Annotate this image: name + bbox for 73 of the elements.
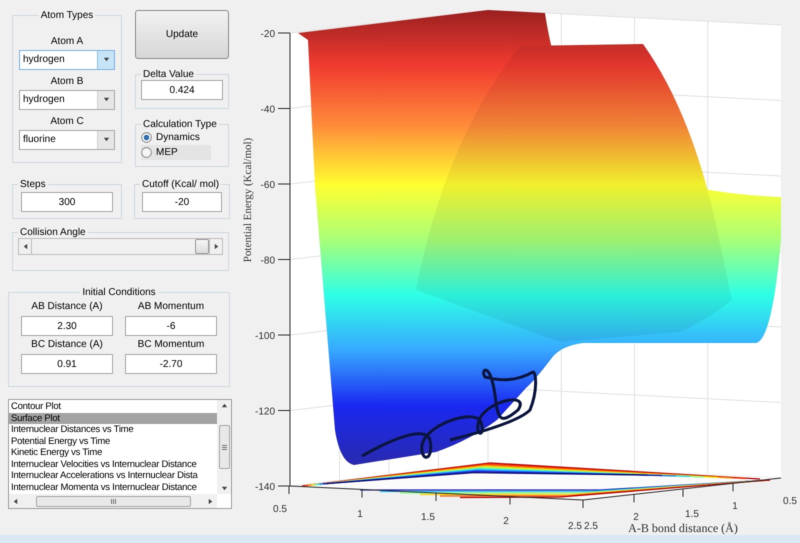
group-title: Calculation Type: [142, 119, 218, 130]
atom-dropdown[interactable]: hydrogen: [19, 50, 115, 70]
up-arrow-icon: [220, 402, 228, 409]
caret-icon: [102, 136, 110, 143]
x-axis-label: A-B bond distance (Å): [628, 521, 738, 535]
z-tick-label: -80: [260, 256, 275, 266]
x-tick-label: 2: [503, 516, 509, 527]
group-title: Initial Conditions: [81, 287, 157, 298]
caret-icon: [102, 56, 110, 63]
scrollbar-thumb[interactable]: [36, 496, 190, 506]
list-item[interactable]: Internuclear Distances vs Time: [9, 424, 217, 436]
z-tick-label: -60: [260, 180, 275, 191]
scroll-right-button[interactable]: [209, 238, 223, 255]
field-label: BC Distance (A): [31, 339, 103, 350]
grip-icon: [222, 444, 226, 450]
group-title: Steps: [19, 179, 47, 190]
condition-input[interactable]: -2.70: [125, 354, 217, 374]
field-label: BC Momentum: [138, 339, 204, 350]
field-label: AB Distance (A): [31, 301, 103, 312]
caret-icon: [102, 96, 110, 103]
list-item[interactable]: Internuclear Accelerations vs Internuclear Dista: [9, 470, 217, 482]
list-item[interactable]: Contour Plot: [9, 401, 217, 412]
slider-thumb[interactable]: [195, 239, 209, 254]
right-arrow-icon: [207, 498, 214, 504]
field-label: Atom C: [50, 116, 84, 126]
group-title: Cutoff (Kcal/ mol): [141, 179, 220, 190]
field-label: Atom B: [50, 76, 84, 86]
horizontal-scrollbar[interactable]: [9, 494, 217, 508]
right-arrow-icon: [212, 243, 220, 250]
group-title: Delta Value: [142, 69, 195, 80]
scrollbar-thumb[interactable]: [218, 425, 230, 469]
list-item[interactable]: Surface Plot: [9, 412, 217, 424]
y-tick-label: 2.5: [584, 521, 598, 532]
condition-input[interactable]: 0.91: [21, 354, 113, 374]
y-tick-label: 0.5: [783, 496, 797, 507]
delta-input[interactable]: 0.424: [141, 80, 223, 100]
left-arrow-icon: [12, 498, 19, 504]
condition-input[interactable]: 2.30: [21, 316, 113, 336]
group-title: Collision Angle: [19, 227, 87, 238]
condition-input[interactable]: -6: [125, 316, 217, 336]
x-tick-label: 0.5: [273, 504, 287, 515]
atom-dropdown[interactable]: hydrogen: [19, 90, 115, 110]
steps-input[interactable]: 300: [21, 192, 113, 212]
radio-option[interactable]: Dynamics: [141, 130, 211, 145]
radio-option[interactable]: MEP: [141, 145, 211, 160]
y-tick-label: 1: [732, 501, 738, 512]
x-tick-label: 1: [357, 509, 363, 520]
z-tick-label: -120: [254, 406, 275, 418]
list-item[interactable]: Internuclear Momenta vs Internuclear Distance: [9, 482, 217, 493]
y-tick-label: 2: [633, 512, 639, 523]
z-tick-label: -140: [254, 482, 275, 493]
field-label: Atom A: [50, 36, 84, 46]
list-item[interactable]: Potential Energy vs Time: [9, 436, 217, 447]
list-item[interactable]: Kinetic Energy vs Time: [9, 447, 217, 458]
z-tick-label: -20: [260, 29, 275, 40]
plot-listbox[interactable]: [8, 399, 232, 509]
x-tick-label: 2.5: [568, 521, 582, 532]
x-tick-label: 1.5: [421, 512, 435, 523]
cutoff-input[interactable]: -20: [142, 192, 222, 212]
z-axis-label: Potential Energy (Kcal/mol): [242, 138, 254, 262]
atom-dropdown[interactable]: fluorine: [19, 130, 115, 150]
update-button[interactable]: Update: [135, 10, 229, 59]
list-item[interactable]: Internuclear Velocities vs Internuclear Distance: [9, 458, 217, 470]
down-arrow-icon: [220, 485, 228, 492]
vertical-scrollbar[interactable]: [217, 400, 231, 494]
z-tick-label: -40: [260, 104, 275, 116]
group-title: Atom Types: [40, 10, 94, 21]
grip-icon: [110, 498, 116, 504]
y-tick-label: 1.5: [685, 509, 699, 520]
z-tick-label: -100: [254, 331, 275, 342]
left-arrow-icon: [22, 243, 28, 250]
scroll-left-button[interactable]: [18, 238, 32, 255]
field-label: AB Momentum: [138, 301, 204, 312]
